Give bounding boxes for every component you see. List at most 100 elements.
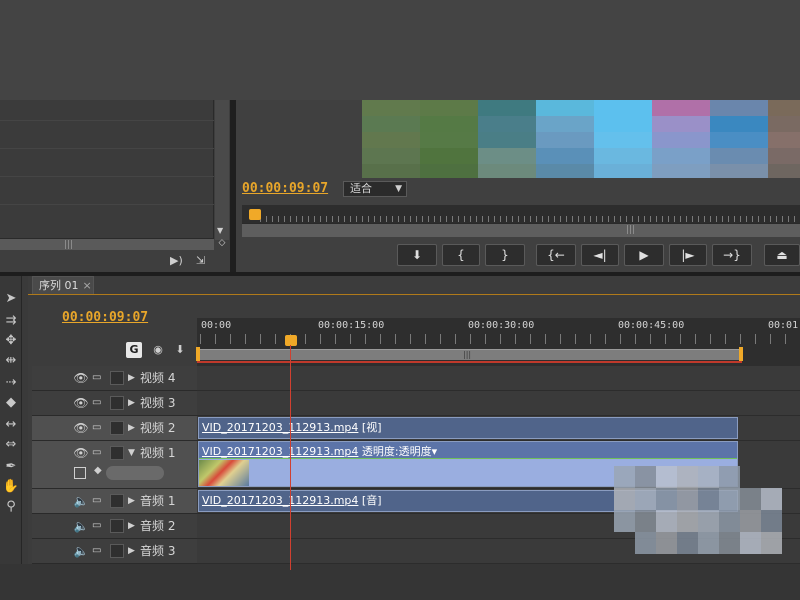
snap-icon[interactable]: G xyxy=(126,342,142,358)
clip-video-2[interactable]: VID_20171203_112913.mp4 [视] xyxy=(198,417,738,439)
play-button[interactable]: ▶ xyxy=(624,244,664,266)
video-pixel xyxy=(768,164,800,178)
track-header-video-1[interactable]: 👁 ▭ ▼ 视频 1 ◆ xyxy=(32,441,197,489)
zoom-tool-icon[interactable]: ⚲ xyxy=(2,498,20,516)
mark-in-button[interactable]: { xyxy=(442,244,480,266)
track-lock-toggle[interactable] xyxy=(110,494,124,508)
track-lock-toggle[interactable] xyxy=(110,396,124,410)
track-header-audio-2[interactable]: 🔈 ▭ ▶ 音频 2 xyxy=(32,514,197,539)
sync-lock-icon[interactable]: ▭ xyxy=(92,517,106,535)
monitor-timecode[interactable]: 00:00:09:07 xyxy=(242,181,328,196)
monitor-playhead[interactable] xyxy=(249,209,261,220)
work-area-start-handle[interactable] xyxy=(196,347,200,361)
step-forward-button[interactable]: |► xyxy=(669,244,707,266)
tab-sequence-01[interactable]: 序列 01 × xyxy=(32,276,94,294)
project-horizontal-scrollbar[interactable]: ||| xyxy=(0,238,214,250)
track-header-audio-1[interactable]: 🔈 ▭ ▶ 音频 1 xyxy=(32,489,197,514)
chevron-down-icon[interactable]: ▾ xyxy=(432,445,438,458)
video-pixel xyxy=(594,132,652,148)
fit-zoom-select[interactable]: 适合 ▼ xyxy=(343,181,407,197)
rate-stretch-tool-icon[interactable]: ⇢ xyxy=(2,374,20,392)
eye-icon[interactable]: 👁 xyxy=(72,369,90,387)
pen-tool-icon[interactable]: ✒ xyxy=(2,458,20,476)
project-list[interactable] xyxy=(0,100,214,238)
scroll-down-arrow-icon[interactable]: ▼ xyxy=(217,226,227,236)
track-header-video-2[interactable]: 👁 ▭ ▶ 视频 2 xyxy=(32,416,197,441)
track-lock-toggle[interactable] xyxy=(110,519,124,533)
set-encore-marker-icon[interactable]: ◉ xyxy=(150,342,166,358)
selection-tool-icon[interactable]: ➤ xyxy=(2,290,20,308)
video-pixel xyxy=(536,148,594,164)
blur-pixel xyxy=(740,488,761,510)
display-style-icon[interactable] xyxy=(74,467,86,479)
clip-effect-property[interactable]: 透明度:透明度 xyxy=(362,445,432,458)
slip-tool-icon[interactable]: ↔ xyxy=(2,416,20,434)
sync-lock-icon[interactable]: ▭ xyxy=(92,419,106,437)
sync-lock-icon[interactable]: ▭ xyxy=(92,542,106,560)
hand-tool-icon[interactable]: ✋ xyxy=(2,478,20,496)
track-lock-toggle[interactable] xyxy=(110,446,124,460)
track-lane-video-4[interactable] xyxy=(197,366,800,391)
expand-track-icon[interactable]: ▶ xyxy=(128,542,138,560)
expand-track-icon[interactable]: ▶ xyxy=(128,517,138,535)
speaker-icon[interactable]: 🔈 xyxy=(72,492,90,510)
mark-out-button[interactable]: } xyxy=(485,244,525,266)
work-area-end-handle[interactable] xyxy=(739,347,743,361)
sync-lock-icon[interactable]: ▭ xyxy=(92,369,106,387)
go-to-out-button[interactable]: →} xyxy=(712,244,752,266)
speaker-icon[interactable]: 🔈 xyxy=(72,517,90,535)
project-vertical-scrollbar[interactable]: ▼ xyxy=(215,100,229,240)
keyframe-icon[interactable]: ◆ xyxy=(94,465,102,476)
go-to-in-button[interactable]: {← xyxy=(536,244,576,266)
video-pixel xyxy=(536,100,594,116)
eye-icon[interactable]: 👁 xyxy=(72,394,90,412)
track-lock-toggle[interactable] xyxy=(110,421,124,435)
video-pixel xyxy=(768,132,800,148)
add-marker-button[interactable]: ⬇ xyxy=(397,244,437,266)
track-select-tool-icon[interactable]: ⇉ xyxy=(2,312,20,330)
lift-button[interactable]: ⏏ xyxy=(764,244,800,266)
blur-pixel xyxy=(740,532,761,554)
timeline-playhead[interactable] xyxy=(285,335,297,346)
track-header-video-4[interactable]: 👁 ▭ ▶ 视频 4 xyxy=(32,366,197,391)
sync-lock-icon[interactable]: ▭ xyxy=(92,492,106,510)
expand-track-icon[interactable]: ▶ xyxy=(128,492,138,510)
video-pixel xyxy=(420,132,478,148)
set-marker-icon[interactable]: ⬇ xyxy=(172,342,188,358)
collapse-track-icon[interactable]: ▼ xyxy=(128,444,138,462)
ripple-edit-tool-icon[interactable]: ✥ xyxy=(2,332,20,350)
automate-to-sequence-icon[interactable]: ▶) xyxy=(170,254,186,268)
blur-pixel xyxy=(761,488,782,510)
track-lock-toggle[interactable] xyxy=(110,371,124,385)
monitor-zoom-scrollbar[interactable]: ||| xyxy=(242,223,800,237)
speaker-icon[interactable]: 🔈 xyxy=(72,542,90,560)
track-header-audio-3[interactable]: 🔈 ▭ ▶ 音频 3 xyxy=(32,539,197,564)
new-item-icon[interactable]: ⇲ xyxy=(196,254,212,268)
eye-icon[interactable]: 👁 xyxy=(72,419,90,437)
track-lane-video-3[interactable] xyxy=(197,391,800,416)
close-icon[interactable]: × xyxy=(83,279,92,292)
rolling-edit-tool-icon[interactable]: ⇹ xyxy=(2,352,20,370)
work-area-bar[interactable]: ||| xyxy=(197,349,742,360)
sequence-timecode[interactable]: 00:00:09:07 xyxy=(62,310,148,325)
sync-lock-icon[interactable]: ▭ xyxy=(92,444,106,462)
sync-lock-icon[interactable]: ▭ xyxy=(92,394,106,412)
track-lock-toggle[interactable] xyxy=(110,544,124,558)
expand-track-icon[interactable]: ▶ xyxy=(128,419,138,437)
expand-track-icon[interactable]: ▶ xyxy=(128,394,138,412)
blur-pixel xyxy=(698,532,719,554)
opacity-line[interactable] xyxy=(199,458,737,459)
step-back-button[interactable]: ◄| xyxy=(581,244,619,266)
track-header-video-3[interactable]: 👁 ▭ ▶ 视频 3 xyxy=(32,391,197,416)
video-pixel xyxy=(420,116,478,132)
top-panel-area xyxy=(0,0,800,100)
video-pixel xyxy=(652,164,710,178)
expand-track-icon[interactable]: ▶ xyxy=(128,369,138,387)
slide-tool-icon[interactable]: ⇔ xyxy=(2,436,20,454)
list-divider xyxy=(0,120,214,121)
playhead-line xyxy=(290,345,291,570)
keyframe-navigator[interactable] xyxy=(106,466,164,480)
eye-icon[interactable]: 👁 xyxy=(72,444,90,462)
blur-pixel xyxy=(698,488,719,510)
razor-tool-icon[interactable]: ◆ xyxy=(2,394,20,412)
